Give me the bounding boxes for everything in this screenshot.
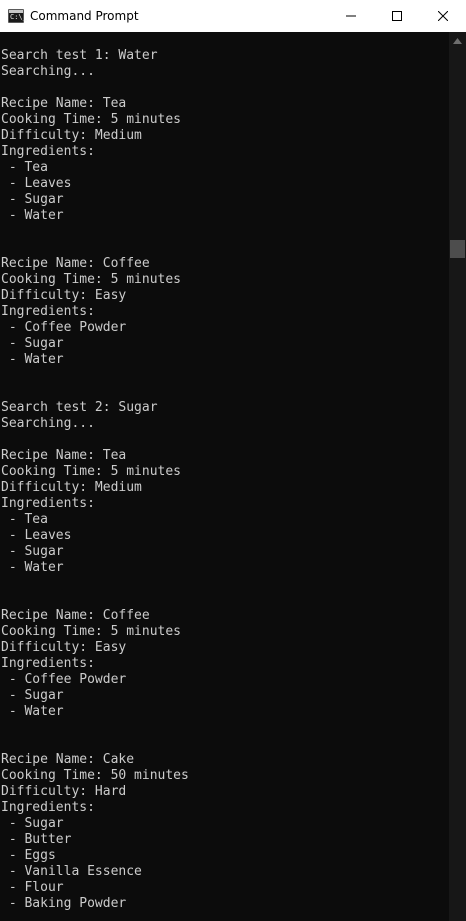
console-line: Ingredients: — [1, 144, 95, 159]
console-line: Difficulty: Medium — [1, 128, 142, 143]
console-line: Cooking Time: 5 minutes — [1, 112, 182, 127]
console-line: - Eggs — [1, 848, 56, 863]
console-line: Difficulty: Hard — [1, 784, 127, 799]
console-line: - Flour — [1, 880, 64, 895]
console-line: Recipe Name: Tea — [1, 448, 127, 463]
vertical-scrollbar[interactable] — [449, 32, 466, 921]
window-controls — [328, 0, 466, 32]
console-line: - Water — [1, 208, 64, 223]
console-line: - Butter — [1, 832, 72, 847]
scroll-up-button[interactable] — [449, 32, 466, 49]
console-line: Recipe Name: Coffee — [1, 608, 150, 623]
console-line: Cooking Time: 5 minutes — [1, 464, 182, 479]
console-output[interactable]: Search test 1: Water Searching... Recipe N… — [0, 32, 449, 921]
maximize-button[interactable] — [374, 0, 420, 32]
cmd-icon-glyph: C:\_ — [10, 13, 27, 21]
console-line: - Tea — [1, 512, 48, 527]
console-line: - Coffee Powder — [1, 320, 127, 335]
console-line: Ingredients: — [1, 800, 95, 815]
console-line: Recipe Name: Cake — [1, 752, 135, 767]
command-prompt-window: C:\_ Command Prompt Search test 1: Water… — [0, 0, 466, 921]
title-bar[interactable]: C:\_ Command Prompt — [0, 0, 466, 32]
minimize-button[interactable] — [328, 0, 374, 32]
console-line: Recipe Name: Tea — [1, 96, 127, 111]
console-line: Difficulty: Medium — [1, 480, 142, 495]
console-line: - Sugar — [1, 544, 64, 559]
console-line: - Leaves — [1, 528, 72, 543]
console-line: Recipe Name: Coffee — [1, 256, 150, 271]
console-line: Cooking Time: 5 minutes — [1, 624, 182, 639]
window-title: Command Prompt — [30, 9, 139, 23]
minimize-icon — [346, 15, 356, 17]
console-line: - Baking Powder — [1, 896, 127, 911]
close-button[interactable] — [420, 0, 466, 32]
console-line: Difficulty: Easy — [1, 288, 127, 303]
console-line: Ingredients: — [1, 496, 95, 511]
console-line: Cooking Time: 5 minutes — [1, 272, 182, 287]
console-line: - Water — [1, 704, 64, 719]
chevron-up-icon — [453, 37, 462, 44]
close-icon — [438, 11, 448, 21]
scroll-thumb[interactable] — [450, 240, 465, 258]
console-line: Ingredients: — [1, 656, 95, 671]
console-line: - Sugar — [1, 688, 64, 703]
cmd-icon: C:\_ — [8, 9, 27, 23]
console-line: Search test 1: Water — [1, 48, 158, 63]
console-line: - Sugar — [1, 336, 64, 351]
console-line: Difficulty: Easy — [1, 640, 127, 655]
console-line: Cooking Time: 50 minutes — [1, 768, 189, 783]
console-line: - Sugar — [1, 192, 64, 207]
console-line: - Water — [1, 352, 64, 367]
console-line: - Coffee Powder — [1, 672, 127, 687]
console-line: Ingredients: — [1, 304, 95, 319]
maximize-icon — [392, 11, 402, 21]
console-line: Searching... — [1, 416, 95, 431]
console-line: - Tea — [1, 160, 48, 175]
console-line: - Sugar — [1, 816, 64, 831]
console-line: - Water — [1, 560, 64, 575]
console-line: - Vanilla Essence — [1, 864, 142, 879]
console-line: Searching... — [1, 64, 95, 79]
console-line: Search test 2: Sugar — [1, 400, 158, 415]
console-line: - Leaves — [1, 176, 72, 191]
